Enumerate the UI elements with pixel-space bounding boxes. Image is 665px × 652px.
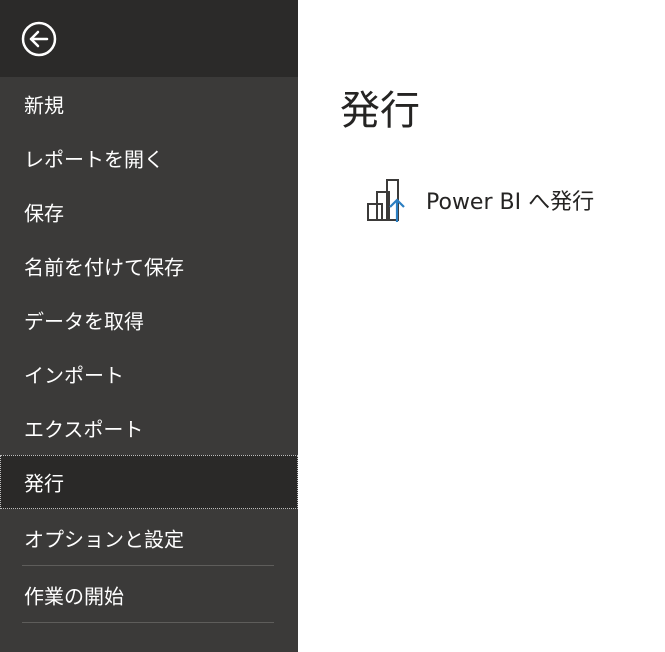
- publish-option-label: Power BI へ発行: [426, 190, 595, 215]
- menu-item-publish[interactable]: 発行: [0, 455, 298, 509]
- menu-item-label: レポートを開く: [24, 147, 164, 172]
- menu-item-export[interactable]: エクスポート: [0, 401, 298, 455]
- menu-item-label: データを取得: [24, 309, 144, 334]
- menu-item-label: 保存: [24, 201, 64, 226]
- menu-item-open-report[interactable]: レポートを開く: [0, 131, 298, 185]
- publish-to-power-bi-button[interactable]: Power BI へ発行: [362, 172, 652, 228]
- menu-item-new[interactable]: 新規: [0, 77, 298, 131]
- menu-item-options-settings[interactable]: オプションと設定: [0, 509, 298, 566]
- menu-item-label: オプションと設定: [24, 527, 184, 551]
- back-button[interactable]: [20, 20, 58, 58]
- menu-item-getting-started[interactable]: 作業の開始: [0, 566, 298, 623]
- menu-item-save-as[interactable]: 名前を付けて保存: [0, 239, 298, 293]
- menu-item-label: インポート: [24, 363, 124, 388]
- menu-item-label: 新規: [24, 93, 64, 118]
- main-content: 発行 Power BI へ発行: [298, 0, 665, 652]
- publish-to-power-bi-icon: [367, 179, 405, 222]
- backstage-menu: 新規 レポートを開く 保存 名前を付けて保存 データを取得 インポート エクスポ…: [0, 77, 298, 623]
- back-arrow-icon: [21, 21, 57, 57]
- file-backstage: 新規 レポートを開く 保存 名前を付けて保存 データを取得 インポート エクスポ…: [0, 0, 665, 652]
- menu-item-label: 発行: [24, 471, 64, 496]
- menu-item-save[interactable]: 保存: [0, 185, 298, 239]
- menu-item-label: 名前を付けて保存: [24, 255, 184, 280]
- sidebar: 新規 レポートを開く 保存 名前を付けて保存 データを取得 インポート エクスポ…: [0, 0, 298, 652]
- page-title: 発行: [340, 88, 420, 134]
- menu-item-label: エクスポート: [24, 417, 144, 442]
- back-area: [0, 0, 298, 77]
- menu-divider: [22, 622, 274, 623]
- menu-item-label: 作業の開始: [24, 584, 124, 608]
- menu-item-get-data[interactable]: データを取得: [0, 293, 298, 347]
- menu-item-import[interactable]: インポート: [0, 347, 298, 401]
